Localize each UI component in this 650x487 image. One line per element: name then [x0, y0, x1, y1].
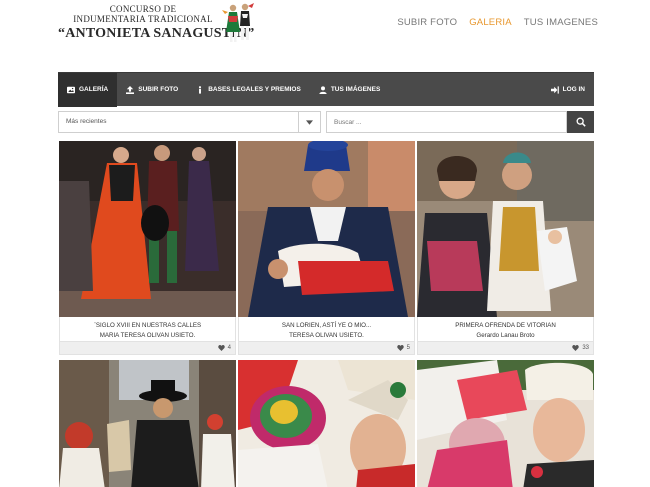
- site-logo[interactable]: CONCURSO DE INDUMENTARIA TRADICIONAL “AN…: [58, 3, 258, 46]
- card-author: TERESA OLIVAN USIETO.: [289, 331, 364, 339]
- card-footer: 33: [417, 342, 594, 355]
- card-title: ¨SIGLO XVIII EN NUESTRAS CALLES: [93, 322, 202, 329]
- card-footer: 4: [59, 342, 236, 355]
- login-label: LOG IN: [562, 86, 585, 93]
- caret-down-icon: [306, 119, 313, 125]
- menu-item-label: BASES LEGALES Y PREMIOS: [208, 86, 301, 93]
- heart-icon[interactable]: [396, 345, 404, 351]
- search-icon: [576, 117, 586, 127]
- menu-item-subir-foto[interactable]: SUBIR FOTO: [117, 73, 187, 107]
- gallery-card[interactable]: SAN LORIEN, ASTÍ YE O MIO... TERESA OLIV…: [238, 141, 415, 355]
- card-footer: 5: [238, 342, 415, 355]
- main-menubar: GALERÍA SUBIR FOTO BASES LEGALES Y PREMI…: [58, 72, 594, 107]
- gallery-card[interactable]: [238, 360, 415, 487]
- gallery-card[interactable]: ¨SIGLO XVIII EN NUESTRAS CALLES MARIA TE…: [59, 141, 236, 355]
- heart-icon[interactable]: [572, 345, 580, 351]
- site-header: CONCURSO DE INDUMENTARIA TRADICIONAL “AN…: [0, 0, 650, 60]
- gallery-photo[interactable]: [238, 141, 415, 317]
- sort-select[interactable]: Más recientes: [58, 111, 321, 133]
- image-icon: [67, 86, 75, 93]
- login-icon: [550, 85, 559, 94]
- like-count: 4: [227, 345, 231, 351]
- like-count: 33: [582, 345, 589, 351]
- login-button[interactable]: LOG IN: [542, 73, 594, 107]
- info-icon: [199, 85, 202, 94]
- search-button[interactable]: [567, 111, 594, 133]
- logo-line-2: INDUMENTARIA TRADICIONAL: [73, 14, 213, 24]
- gallery-photo[interactable]: [417, 360, 594, 487]
- card-author: MARIA TERESA OLIVAN USIETO.: [99, 331, 196, 339]
- top-nav: SUBIR FOTO GALERIA TUS IMAGENES: [397, 17, 598, 28]
- top-nav-galeria[interactable]: GALERIA: [469, 17, 512, 28]
- card-caption[interactable]: SAN LORIEN, ASTÍ YE O MIO... TERESA OLIV…: [238, 317, 415, 342]
- heart-icon[interactable]: [217, 345, 225, 351]
- logo-line-1: CONCURSO DE: [109, 4, 177, 14]
- gallery-photo[interactable]: [238, 360, 415, 487]
- menu-item-label: SUBIR FOTO: [138, 86, 179, 93]
- sort-select-value: Más recientes: [66, 118, 107, 125]
- user-icon: [319, 85, 327, 94]
- upload-icon: [126, 85, 135, 94]
- gallery-card[interactable]: PRIMERA OFRENDA DE VITORIAN Gerardo Lana…: [417, 141, 594, 355]
- like-count: 5: [406, 345, 410, 351]
- top-nav-tus-imagenes[interactable]: TUS IMAGENES: [524, 17, 598, 28]
- menu-item-bases-legales[interactable]: BASES LEGALES Y PREMIOS: [187, 73, 310, 107]
- gallery-photo[interactable]: [59, 360, 236, 487]
- menu-item-galeria[interactable]: GALERÍA: [58, 72, 118, 107]
- sort-select-arrow[interactable]: [298, 112, 320, 132]
- menu-item-tus-imagenes[interactable]: TUS IMÁGENES: [310, 73, 389, 107]
- card-title: PRIMERA OFRENDA DE VITORIAN: [455, 322, 556, 329]
- menu-item-label: GALERÍA: [79, 86, 109, 93]
- card-author: Gerardo Lanau Broto: [476, 331, 535, 339]
- search-input[interactable]: [326, 111, 567, 133]
- card-caption[interactable]: PRIMERA OFRENDA DE VITORIAN Gerardo Lana…: [417, 317, 594, 342]
- gallery-card[interactable]: [59, 360, 236, 487]
- card-title: SAN LORIEN, ASTÍ YE O MIO...: [281, 322, 372, 329]
- card-caption[interactable]: ¨SIGLO XVIII EN NUESTRAS CALLES MARIA TE…: [59, 317, 236, 342]
- gallery-photo[interactable]: [417, 141, 594, 317]
- dancers-logo-icon: [222, 3, 254, 42]
- top-nav-subir-foto[interactable]: SUBIR FOTO: [397, 17, 457, 28]
- logo-line-3: “ANTONIETA SANAGUSTÍN”: [58, 26, 255, 41]
- gallery-photo[interactable]: [59, 141, 236, 317]
- gallery-card[interactable]: [417, 360, 594, 487]
- menu-item-label: TUS IMÁGENES: [330, 86, 381, 93]
